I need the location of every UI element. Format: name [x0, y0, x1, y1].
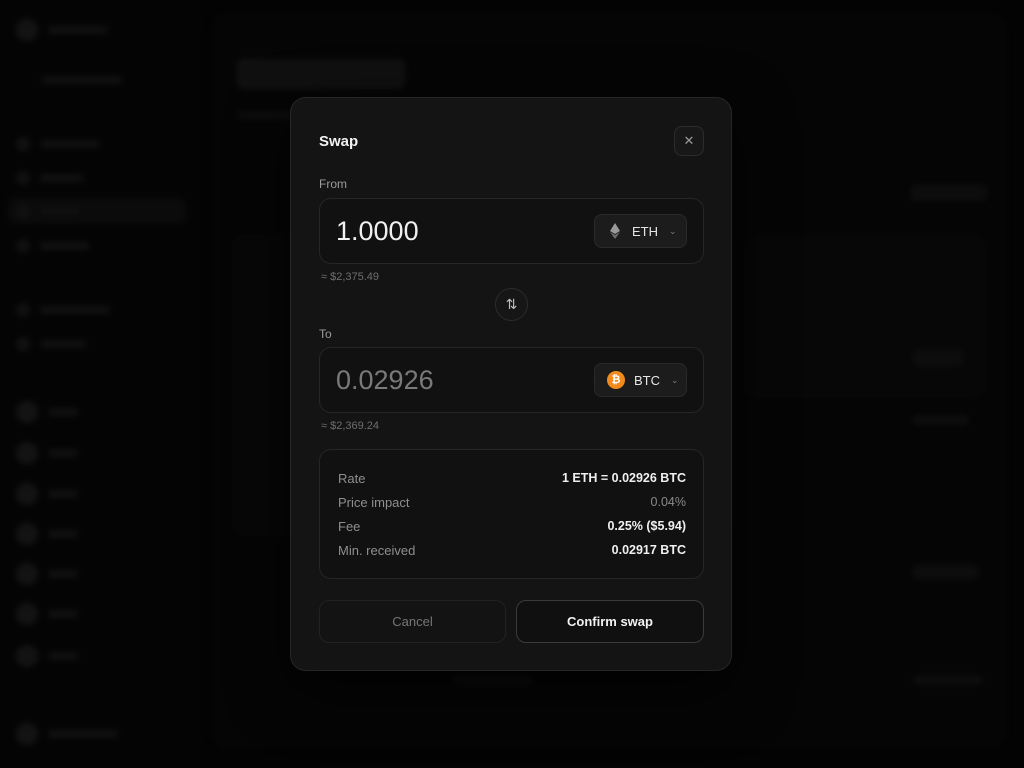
cancel-button[interactable]: Cancel [319, 600, 506, 643]
to-label: To [319, 327, 332, 341]
ethereum-icon [607, 223, 623, 239]
price-impact-label: Price impact [338, 494, 410, 510]
fee-value: 0.25% ($5.94) [607, 519, 686, 533]
fee-label: Fee [338, 518, 361, 534]
min-received-label: Min. received [338, 542, 416, 558]
confirm-swap-button[interactable]: Confirm swap [516, 600, 704, 643]
fee-row: Fee 0.25% ($5.94) [338, 517, 686, 535]
min-received-row: Min. received 0.02917 BTC [338, 541, 686, 559]
chevron-down-icon: ⌄ [669, 225, 677, 236]
chevron-down-icon: ⌄ [671, 374, 679, 385]
rate-row: Rate 1 ETH = 0.02926 BTC [338, 469, 686, 487]
dialog-title: Swap [319, 133, 359, 150]
flip-direction-button[interactable]: ⇅ [495, 288, 528, 321]
from-amount-box: ETH ⌄ [319, 198, 704, 264]
price-impact-value: 0.04% [650, 495, 686, 509]
to-amount-input[interactable] [336, 362, 576, 398]
rate-label: Rate [338, 470, 366, 486]
to-token-name: BTC [634, 372, 660, 388]
price-impact-row: Price impact 0.04% [338, 493, 686, 511]
from-token-select[interactable]: ETH ⌄ [594, 214, 687, 248]
from-amount-input[interactable] [336, 213, 576, 249]
swap-vertical-icon: ⇅ [505, 296, 518, 312]
from-label: From [319, 177, 347, 191]
to-usd-value: ≈ $2,369.24 [321, 420, 380, 432]
swap-details: Rate 1 ETH = 0.02926 BTC Price impact 0.… [319, 449, 704, 579]
from-usd-value: ≈ $2,375.49 [321, 271, 380, 283]
swap-dialog: Swap ✕ From ETH ⌄ ≈ $2,375.49 ⇅ To ₿ BTC… [290, 97, 732, 671]
bitcoin-icon: ₿ [607, 371, 625, 389]
from-token-name: ETH [632, 223, 658, 239]
to-amount-box: ₿ BTC ⌄ [319, 347, 704, 413]
close-button[interactable]: ✕ [674, 126, 704, 156]
to-token-select[interactable]: ₿ BTC ⌄ [594, 363, 687, 397]
rate-value: 1 ETH = 0.02926 BTC [561, 471, 686, 485]
min-received-value: 0.02917 BTC [611, 543, 686, 557]
close-icon: ✕ [683, 133, 695, 148]
